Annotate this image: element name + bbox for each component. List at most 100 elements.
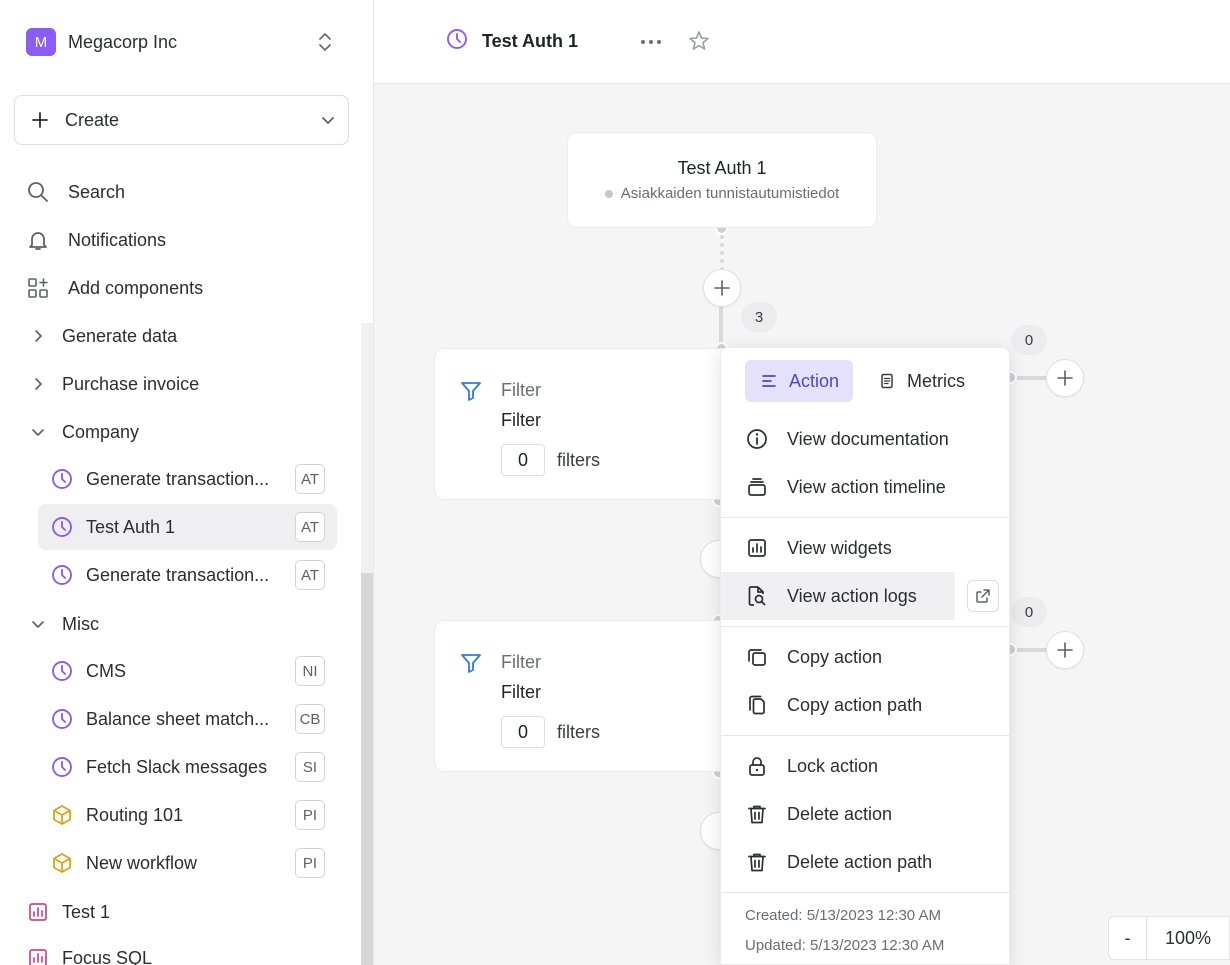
bell-icon (26, 228, 50, 252)
sidebar: M Megacorp Inc Create Search Notificatio… (0, 0, 374, 965)
dashboard-item-focus-sql[interactable]: Focus SQL (26, 941, 336, 965)
workflow-tag: PI (295, 848, 325, 878)
filter-count: 0 (501, 716, 545, 748)
clock-icon (50, 755, 74, 779)
workflow-item[interactable]: Routing 101 PI (38, 792, 337, 838)
cube-icon (50, 803, 74, 827)
folder-purchase-invoice[interactable]: Purchase invoice (26, 367, 336, 401)
stack-icon (745, 476, 769, 498)
menu-divider (721, 517, 1011, 518)
trigger-title: Test Auth 1 (677, 158, 767, 178)
folder-company[interactable]: Company (26, 415, 336, 449)
menu-divider (721, 892, 1011, 893)
plus-icon (15, 111, 65, 129)
menu-item-lock-action[interactable]: Lock action (721, 742, 955, 790)
path-count-badge: 0 (1011, 325, 1047, 355)
create-button[interactable]: Create (14, 95, 349, 145)
folder-generate-data[interactable]: Generate data (26, 319, 336, 353)
align-left-icon (759, 373, 779, 389)
menu-item-delete-action[interactable]: Delete action (721, 790, 955, 838)
bar-chart-icon (26, 948, 50, 965)
chevron-right-icon (26, 329, 50, 343)
more-horizontal-icon[interactable] (639, 32, 663, 52)
menu-tabs: Action Metrics (745, 360, 979, 402)
workflow-tag: CB (295, 704, 325, 734)
folder-label: Company (62, 421, 140, 442)
filter-count: 0 (501, 444, 545, 476)
workflow-item[interactable]: Balance sheet match... CB (38, 696, 337, 742)
folder-label: Generate data (62, 325, 178, 346)
external-link-icon (976, 589, 990, 603)
sidebar-scrollbar-thumb[interactable] (361, 573, 373, 965)
filter-node[interactable]: Filter Filter 0 filters (434, 620, 734, 772)
copy-files-icon (745, 694, 769, 716)
menu-item-copy-action[interactable]: Copy action (721, 633, 955, 681)
sidebar-item-search[interactable]: Search (26, 175, 336, 209)
bar-chart-icon (26, 902, 50, 922)
menu-item-view-timeline[interactable]: View action timeline (721, 463, 955, 511)
menu-item-label: Copy action path (787, 694, 923, 715)
tab-metrics[interactable]: Metrics (863, 360, 979, 402)
menu-item-label: Delete action path (787, 851, 933, 872)
workflow-label: Balance sheet match... (86, 708, 270, 729)
chart-icon (745, 538, 769, 558)
menu-item-label: View widgets (787, 537, 892, 558)
sidebar-item-label: Notifications (68, 229, 167, 250)
add-step-button[interactable] (1046, 359, 1084, 397)
workflow-label: Generate transaction... (86, 564, 270, 585)
clock-icon (50, 515, 74, 539)
menu-item-view-documentation[interactable]: View documentation (721, 415, 955, 463)
filter-icon (459, 651, 483, 680)
workflow-label: New workflow (86, 852, 198, 873)
folder-misc[interactable]: Misc (26, 607, 336, 641)
dashboard-item-test1[interactable]: Test 1 (26, 895, 336, 929)
workflow-label: Routing 101 (86, 804, 184, 825)
menu-divider (721, 735, 1011, 736)
node-kind: Filter (501, 380, 541, 400)
workflow-item-active[interactable]: Test Auth 1 AT (38, 504, 337, 550)
tab-action[interactable]: Action (745, 360, 854, 402)
document-icon (877, 373, 897, 389)
workflow-item[interactable]: Fetch Slack messages SI (38, 744, 337, 790)
star-icon[interactable] (688, 30, 710, 52)
cube-icon (50, 851, 74, 875)
dashboard-label: Test 1 (62, 901, 111, 922)
filter-count-label: filters (557, 722, 601, 742)
workflow-title: Test Auth 1 (446, 28, 578, 55)
menu-item-delete-path[interactable]: Delete action path (721, 838, 955, 886)
workflow-item[interactable]: New workflow PI (38, 840, 337, 886)
zoom-level[interactable]: 100% (1147, 928, 1229, 949)
add-step-button[interactable] (703, 269, 741, 307)
sidebar-item-add-components[interactable]: Add components (26, 271, 336, 305)
grid-plus-icon (26, 276, 50, 300)
open-logs-new-tab-button[interactable] (967, 580, 999, 612)
org-switcher[interactable]: M Megacorp Inc (26, 28, 336, 56)
filter-node[interactable]: Filter Filter 0 filters (434, 348, 734, 500)
menu-item-view-widgets[interactable]: View widgets (721, 524, 955, 572)
workflow-label: CMS (86, 660, 126, 681)
workflow-item[interactable]: Generate transaction... AT (38, 456, 337, 502)
chevron-down-icon (26, 425, 50, 439)
node-name: Filter (501, 682, 541, 702)
sidebar-item-label: Add components (68, 277, 204, 298)
workflow-tag: NI (295, 656, 325, 686)
zoom-out-button[interactable]: - (1109, 916, 1147, 960)
info-icon (745, 428, 769, 450)
menu-item-copy-path[interactable]: Copy action path (721, 681, 955, 729)
trigger-node[interactable]: Test Auth 1 Asiakkaiden tunnistautumisti… (567, 132, 877, 228)
menu-item-view-logs[interactable]: View action logs (721, 572, 955, 620)
clock-icon (50, 467, 74, 491)
workflow-item[interactable]: CMS NI (38, 648, 337, 694)
sidebar-item-notifications[interactable]: Notifications (26, 223, 336, 257)
tab-label: Metrics (907, 370, 966, 391)
clock-icon (50, 659, 74, 683)
workflow-item[interactable]: Generate transaction... AT (38, 552, 337, 598)
status-dot (604, 189, 613, 198)
path-count-badge: 3 (741, 302, 777, 332)
workflow-label: Fetch Slack messages (86, 756, 268, 777)
menu-item-label: Delete action (787, 803, 893, 824)
workflow-header: Test Auth 1 (374, 0, 1230, 84)
add-step-button[interactable] (1046, 631, 1084, 669)
plus-icon (714, 280, 730, 296)
sidebar-item-label: Search (68, 181, 126, 202)
